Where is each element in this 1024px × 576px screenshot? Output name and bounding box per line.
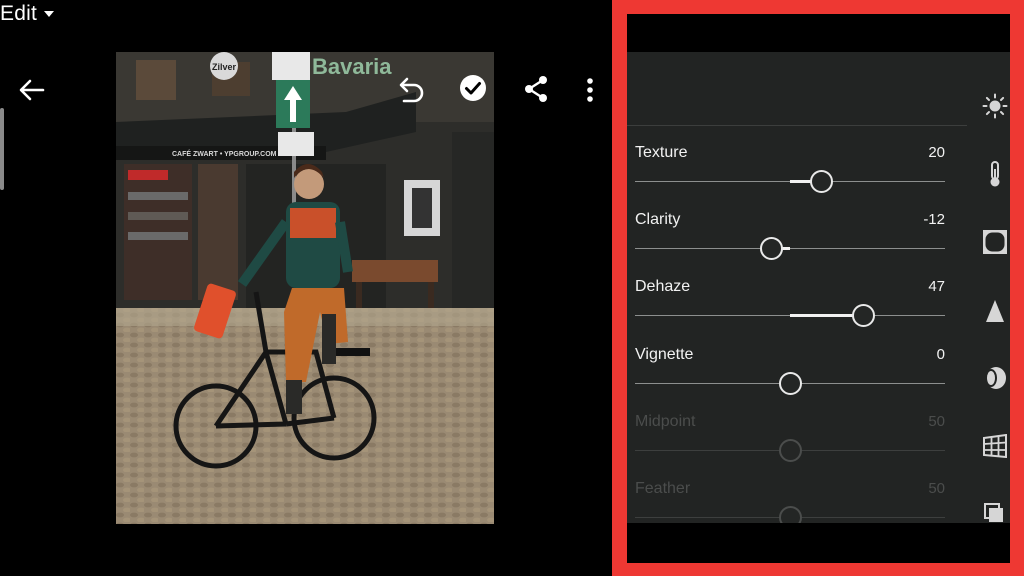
disc-sign: Zilver (212, 62, 237, 72)
edit-mode-label: Edit (0, 2, 37, 25)
share-button[interactable] (521, 73, 551, 105)
presets-icon (984, 503, 1003, 522)
slider-label: Texture (635, 144, 688, 161)
slider-clarity[interactable]: Clarity -12 (635, 211, 945, 271)
slider-midpoint: Midpoint 50 (635, 413, 945, 473)
back-arrow-icon (19, 79, 45, 101)
tool-icon-column (979, 52, 1010, 523)
share-icon (525, 76, 547, 102)
presets-tool-button[interactable] (981, 500, 1009, 523)
photo-image: Bavaria Zilver CAFÉ ZWART • YPGROUP.COM (116, 52, 494, 524)
color-temperature-icon (990, 161, 1000, 187)
slider-thumb[interactable] (810, 170, 833, 193)
effects-icon (983, 230, 1007, 254)
cafe-sign: CAFÉ ZWART • YPGROUP.COM (172, 149, 277, 158)
slider-thumb[interactable] (779, 372, 802, 395)
optics-tool-button[interactable] (981, 364, 1009, 392)
detail-tool-button[interactable] (981, 297, 1009, 325)
slider-value: 47 (928, 278, 945, 295)
more-options-button[interactable] (580, 74, 600, 106)
slider-label: Midpoint (635, 413, 696, 430)
detail-icon (986, 300, 1004, 322)
slider-label: Feather (635, 480, 691, 497)
chevron-down-icon (44, 11, 54, 17)
slider-value: 20 (928, 144, 945, 161)
slider-vignette[interactable]: Vignette 0 (635, 346, 945, 406)
optics-icon (985, 367, 1006, 389)
slider-value: 50 (928, 413, 945, 430)
slider-thumb (779, 439, 802, 462)
light-icon (982, 93, 1008, 119)
slider-dehaze[interactable]: Dehaze 47 (635, 278, 945, 338)
adjustments-panel: Texture 20 Clarity -12 Dehaze 47 Vignett… (627, 52, 1010, 523)
effects-tool-button[interactable] (981, 228, 1009, 256)
slider-thumb[interactable] (760, 237, 784, 260)
slider-feather: Feather 50 (635, 480, 945, 523)
undo-button[interactable] (392, 72, 428, 108)
slider-texture[interactable]: Texture 20 (635, 144, 945, 204)
more-icon (587, 78, 593, 102)
slider-value: 50 (928, 480, 945, 497)
slider-value: 0 (936, 346, 945, 363)
slider-track[interactable] (635, 248, 945, 249)
light-tool-button[interactable] (981, 92, 1009, 120)
undo-icon (399, 77, 424, 103)
geometry-icon (983, 434, 1007, 458)
back-button[interactable] (16, 74, 48, 106)
bavaria-sign: Bavaria (312, 54, 392, 79)
color-tool-button[interactable] (981, 160, 1009, 188)
left-scroll-indicator (0, 108, 4, 190)
slider-label: Vignette (635, 346, 694, 363)
slider-thumb[interactable] (851, 304, 875, 327)
checkmark-icon (460, 75, 486, 101)
slider-label: Clarity (635, 211, 681, 228)
done-button[interactable] (458, 73, 488, 103)
slider-value: -12 (923, 211, 945, 228)
slider-label: Dehaze (635, 278, 691, 295)
geometry-tool-button[interactable] (981, 432, 1009, 460)
photo-canvas[interactable]: Bavaria Zilver CAFÉ ZWART • YPGROUP.COM (116, 52, 494, 524)
slider-thumb (779, 506, 802, 523)
panel-divider (627, 125, 967, 126)
